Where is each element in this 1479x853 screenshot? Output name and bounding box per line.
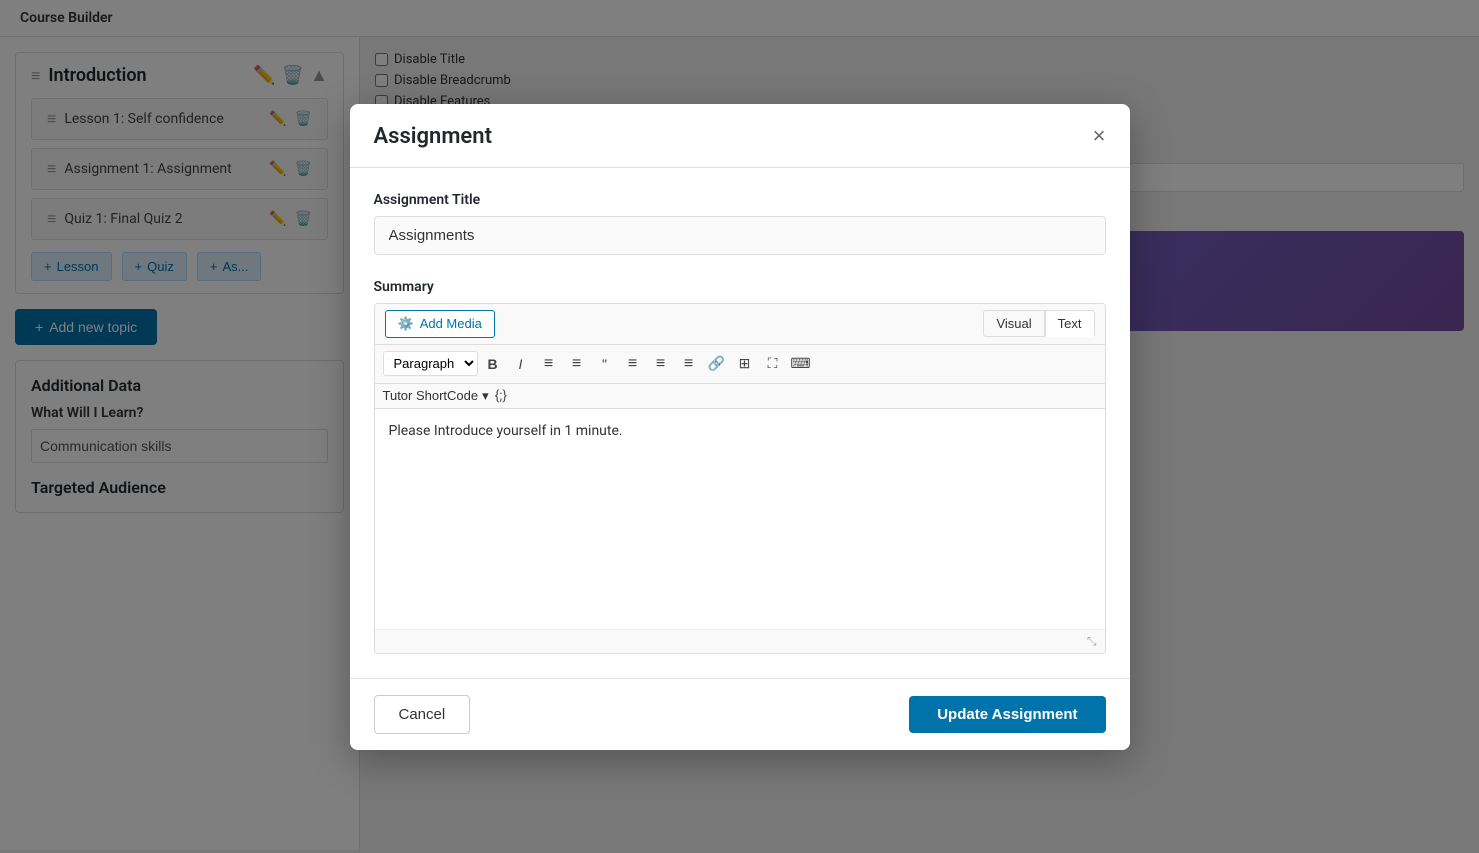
text-tab[interactable]: Text — [1045, 310, 1095, 337]
paragraph-select[interactable]: Paragraph — [383, 351, 478, 376]
assignment-title-label: Assignment Title — [374, 192, 1106, 208]
media-icon: ⚙️ — [398, 316, 414, 332]
editor-content-area[interactable]: Please Introduce yourself in 1 minute. — [375, 409, 1105, 629]
update-assignment-button[interactable]: Update Assignment — [909, 696, 1105, 733]
cancel-button[interactable]: Cancel — [374, 695, 471, 734]
align-right-button[interactable]: ≡ — [676, 351, 702, 377]
close-button[interactable]: × — [1093, 125, 1106, 147]
table-button[interactable]: ⊞ — [732, 351, 758, 377]
modal-body: Assignment Title Summary ⚙️ Add Media Vi… — [350, 168, 1130, 678]
tutor-shortcode-button[interactable]: Tutor ShortCode ▾ — [383, 388, 489, 404]
chevron-down-icon: ▾ — [482, 388, 489, 404]
editor-container: ⚙️ Add Media Visual Text Paragraph B — [374, 303, 1106, 654]
ordered-list-button[interactable]: ≡ — [564, 351, 590, 377]
modal-header: Assignment × — [350, 104, 1130, 168]
bold-button[interactable]: B — [480, 351, 506, 377]
modal-title: Assignment — [374, 124, 492, 149]
editor-footer: ⤡ — [375, 629, 1105, 653]
editor-toolbar-row2: Tutor ShortCode ▾ {;} — [375, 384, 1105, 409]
visual-tab[interactable]: Visual — [983, 310, 1044, 337]
shortcode-icon: {;} — [495, 388, 507, 404]
view-tabs: Visual Text — [983, 310, 1094, 337]
italic-button[interactable]: I — [508, 351, 534, 377]
resize-handle[interactable]: ⤡ — [1087, 634, 1097, 649]
fullscreen-button[interactable]: ⛶ — [760, 351, 786, 377]
assignment-title-input[interactable] — [374, 216, 1106, 255]
summary-label: Summary — [374, 279, 1106, 295]
link-button[interactable]: 🔗 — [704, 351, 730, 377]
editor-top-bar: ⚙️ Add Media Visual Text — [375, 304, 1105, 345]
unordered-list-button[interactable]: ≡ — [536, 351, 562, 377]
blockquote-button[interactable]: " — [592, 351, 618, 377]
summary-section: Summary ⚙️ Add Media Visual Text — [374, 279, 1106, 654]
keyboard-button[interactable]: ⌨ — [788, 351, 814, 377]
modal-overlay[interactable]: Assignment × Assignment Title Summary ⚙️… — [0, 0, 1479, 853]
align-left-button[interactable]: ≡ — [620, 351, 646, 377]
assignment-modal: Assignment × Assignment Title Summary ⚙️… — [350, 104, 1130, 750]
modal-footer: Cancel Update Assignment — [350, 678, 1130, 750]
add-media-button[interactable]: ⚙️ Add Media — [385, 310, 495, 338]
editor-toolbar-row1: Paragraph B I ≡ ≡ " ≡ ≡ ≡ 🔗 ⊞ ⛶ ⌨ — [375, 345, 1105, 384]
align-center-button[interactable]: ≡ — [648, 351, 674, 377]
